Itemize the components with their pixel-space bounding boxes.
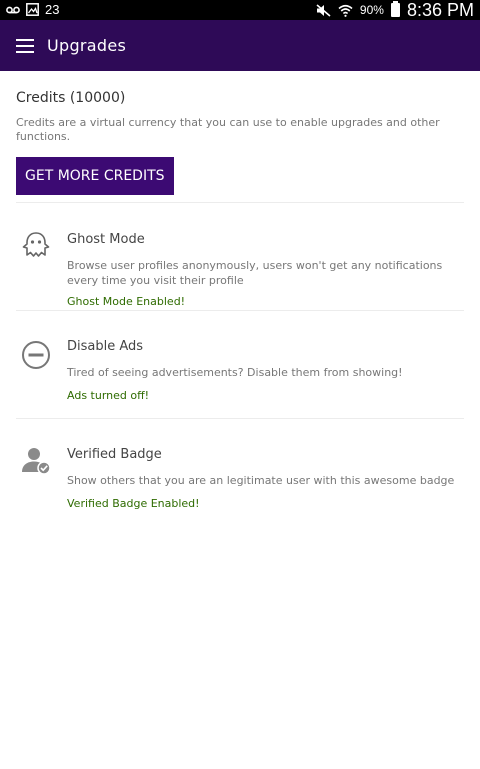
notification-count: 23 (45, 2, 60, 17)
get-more-credits-button[interactable]: GET MORE CREDITS (16, 157, 174, 195)
clock: 8:36 PM (406, 0, 474, 20)
upgrade-status: Verified Badge Enabled! (67, 497, 200, 510)
status-right: 90% 8:36 PM (316, 0, 474, 20)
mute-icon (316, 3, 331, 17)
upgrade-disable-ads[interactable]: Disable Ads Tired of seeing advertisemen… (16, 311, 464, 419)
battery-icon (390, 1, 400, 17)
credits-title: Credits (10000) (16, 90, 126, 106)
upgrade-description: Tired of seeing advertisements? Disable … (67, 366, 403, 379)
upgrade-verified-badge[interactable]: Verified Badge Show others that you are … (16, 419, 464, 526)
menu-icon[interactable] (16, 38, 34, 53)
upgrade-status: Ghost Mode Enabled! (67, 295, 186, 308)
upgrade-status: Ads turned off! (67, 389, 150, 402)
credits-description: Credits are a virtual currency that you … (16, 116, 440, 143)
status-bar: 23 90% 8:36 PM (0, 0, 480, 20)
upgrade-title: Disable Ads (67, 339, 144, 354)
upgrade-title: Verified Badge (67, 447, 162, 462)
battery-percent: 90% (359, 3, 384, 17)
voicemail-icon (6, 6, 20, 13)
upgrade-description: Browse user profiles anonymously, users … (67, 259, 443, 287)
page-title: Upgrades (47, 36, 127, 55)
ghost-icon (22, 232, 50, 257)
wifi-icon (338, 4, 353, 17)
upgrade-description: Show others that you are an legitimate u… (67, 474, 455, 487)
upgrades-content: Credits (10000) Credits are a virtual cu… (16, 71, 464, 526)
status-left: 23 (6, 2, 59, 17)
upgrade-ghost-mode[interactable]: Ghost Mode Browse user profiles anonymou… (16, 203, 464, 311)
no-entry-icon (22, 341, 50, 369)
verified-user-icon (22, 448, 51, 475)
upgrade-title: Ghost Mode (67, 232, 145, 247)
image-notification-icon (26, 3, 39, 16)
app-bar: Upgrades (0, 20, 480, 71)
